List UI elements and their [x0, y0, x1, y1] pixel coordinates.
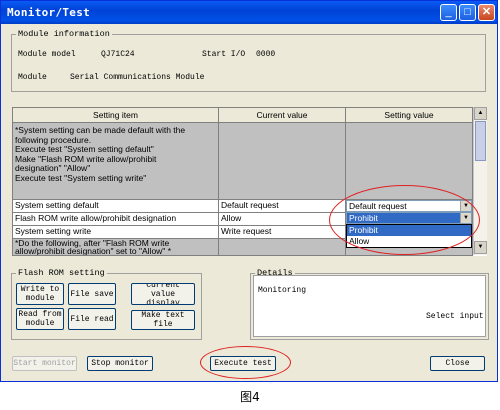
- footer-text: allow/prohibit designation" set to "Allo…: [15, 246, 171, 256]
- annotation-circle-execute: [200, 346, 291, 379]
- module-info-group: Module information: [11, 29, 486, 92]
- close-window-button[interactable]: ✕: [478, 4, 495, 21]
- start-io-value: 0000: [256, 50, 276, 59]
- module-label: Module: [18, 73, 47, 82]
- make-text-file-button[interactable]: Make text file: [131, 310, 195, 330]
- details-hint: Select input: [426, 312, 484, 321]
- start-monitor-button[interactable]: Start monitor: [12, 356, 77, 371]
- column-header: Current value: [218, 107, 346, 123]
- scroll-thumb[interactable]: [475, 121, 486, 161]
- flash-rom-legend: Flash ROM setting: [18, 268, 105, 278]
- close-button[interactable]: Close: [430, 356, 485, 371]
- module-value: Serial Communications Module: [70, 73, 205, 82]
- scroll-down-arrow-icon[interactable]: ▼: [474, 241, 487, 254]
- module-model-value: QJ71C24: [101, 50, 135, 59]
- write-to-module-button[interactable]: Write to module: [16, 283, 64, 305]
- read-from-module-button[interactable]: Read from module: [16, 308, 64, 330]
- current-value-cell: Allow: [218, 212, 346, 226]
- scroll-up-arrow-icon[interactable]: ▲: [474, 107, 487, 120]
- figure-caption: 图4: [240, 390, 260, 404]
- setting-item-cell: Flash ROM write allow/prohibit designati…: [12, 212, 219, 226]
- maximize-button[interactable]: □: [459, 4, 476, 21]
- monitor-test-window: Monitor/Test _ □ ✕ Module information Mo…: [0, 0, 498, 382]
- column-header: Setting item: [12, 107, 219, 123]
- column-header: Setting value: [345, 107, 473, 123]
- window-title: Monitor/Test: [7, 6, 91, 19]
- details-panel: Monitoring Select input: [253, 275, 486, 337]
- current-value-display-button[interactable]: Current value display: [131, 283, 195, 305]
- module-model-label: Module model: [18, 50, 76, 59]
- title-bar: Monitor/Test _ □ ✕: [1, 1, 497, 24]
- table-row: *System setting can be made default with…: [12, 122, 219, 200]
- intro-text: Execute test "System setting write": [15, 172, 147, 183]
- start-io-label: Start I/O: [202, 50, 246, 59]
- setting-item-cell: System setting write: [12, 225, 219, 239]
- setting-item-cell: System setting default: [12, 199, 219, 213]
- current-value-cell: Write request: [218, 225, 346, 239]
- details-status: Monitoring: [258, 286, 307, 295]
- annotation-circle-dropdown: [329, 185, 480, 255]
- stop-monitor-button[interactable]: Stop monitor: [87, 356, 153, 371]
- module-info-legend: Module information: [18, 29, 110, 39]
- minimize-button[interactable]: _: [440, 4, 457, 21]
- table-row: *Do the following, after "Flash ROM writ…: [12, 238, 219, 256]
- current-value-cell: Default request: [218, 199, 346, 213]
- file-save-button[interactable]: File save: [68, 283, 116, 305]
- table-scrollbar[interactable]: ▲ ▼: [473, 107, 487, 255]
- file-read-button[interactable]: File read: [68, 308, 116, 330]
